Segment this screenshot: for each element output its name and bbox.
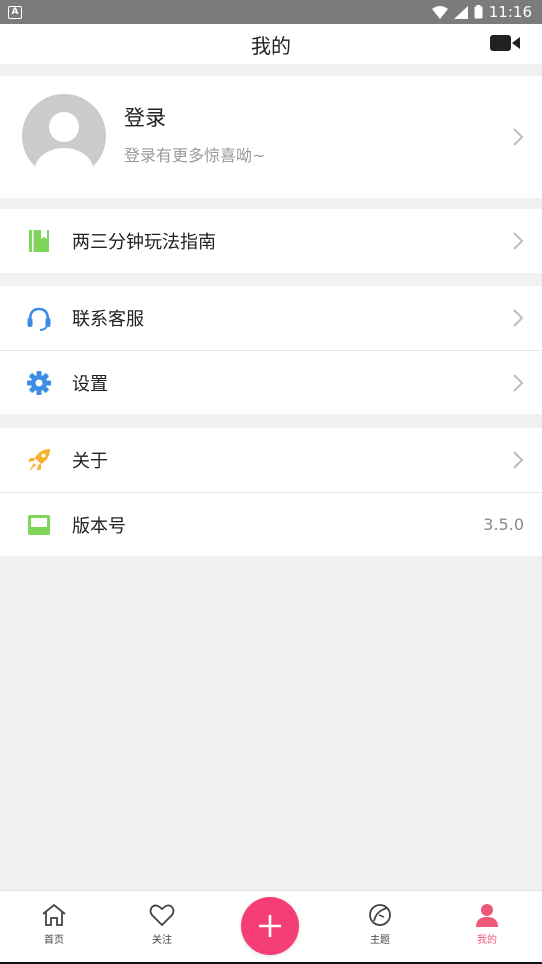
app-header: 我的 (0, 24, 542, 64)
plus-icon (259, 915, 281, 937)
menu-item-version[interactable]: 版本号 3.5.0 (0, 492, 542, 556)
status-bar: A 11:16 (0, 0, 542, 24)
chevron-right-icon (513, 128, 524, 146)
battery-icon (474, 5, 483, 19)
add-button[interactable] (241, 897, 299, 955)
login-subtitle: 登录有更多惊喜呦~ (124, 146, 266, 165)
inbox-icon (28, 514, 50, 535)
menu-item-label: 版本号 (72, 515, 126, 537)
chevron-right-icon (513, 374, 524, 392)
headset-icon (27, 307, 51, 331)
page-title: 我的 (251, 33, 291, 58)
status-time: 11:16 (488, 3, 532, 21)
tab-mine[interactable]: 我的 (447, 891, 527, 961)
leaf-icon (369, 904, 391, 926)
login-title: 登录 (124, 106, 166, 130)
tab-label: 我的 (477, 935, 497, 946)
login-info: 登录 登录有更多惊喜呦~ (124, 102, 265, 166)
menu-item-customer-service[interactable]: 联系客服 (0, 286, 542, 350)
login-card[interactable]: 登录 登录有更多惊喜呦~ (0, 76, 542, 198)
tab-home[interactable]: 首页 (14, 891, 94, 961)
wifi-icon (431, 5, 448, 19)
menu-item-label: 设置 (72, 373, 108, 395)
menu-item-label: 联系客服 (72, 309, 144, 330)
avatar[interactable] (22, 94, 106, 178)
gear-icon (27, 370, 51, 395)
tab-label: 首页 (44, 935, 64, 946)
menu-group-guide: 两三分钟玩法指南 (0, 209, 542, 273)
bottom-nav: 首页 关注 主题 我的 (0, 890, 542, 964)
heart-icon (149, 904, 175, 927)
tab-follow[interactable]: 关注 (122, 891, 202, 961)
menu-item-settings[interactable]: 设置 (0, 350, 542, 414)
menu-item-label: 关于 (72, 451, 108, 472)
menu-item-guide[interactable]: 两三分钟玩法指南 (0, 209, 542, 273)
tab-label: 关注 (152, 935, 172, 946)
menu-group-support: 联系客服 设置 (0, 286, 542, 414)
menu-item-label: 两三分钟玩法指南 (72, 232, 216, 253)
chevron-right-icon (513, 451, 524, 469)
person-icon (476, 904, 498, 927)
rocket-icon (28, 449, 50, 471)
chevron-right-icon (513, 309, 524, 327)
book-icon (29, 230, 49, 252)
signal-icon (453, 5, 468, 19)
version-value: 3.5.0 (483, 515, 524, 534)
chevron-right-icon (513, 232, 524, 250)
default-avatar-icon (34, 112, 94, 178)
video-camera-icon[interactable] (490, 33, 520, 53)
tab-theme[interactable]: 主题 (340, 891, 420, 961)
home-icon (42, 903, 66, 926)
tab-label: 主题 (370, 935, 390, 946)
notification-icon: A (8, 5, 22, 19)
menu-group-about: 关于 版本号 3.5.0 (0, 428, 542, 556)
menu-item-about[interactable]: 关于 (0, 428, 542, 492)
